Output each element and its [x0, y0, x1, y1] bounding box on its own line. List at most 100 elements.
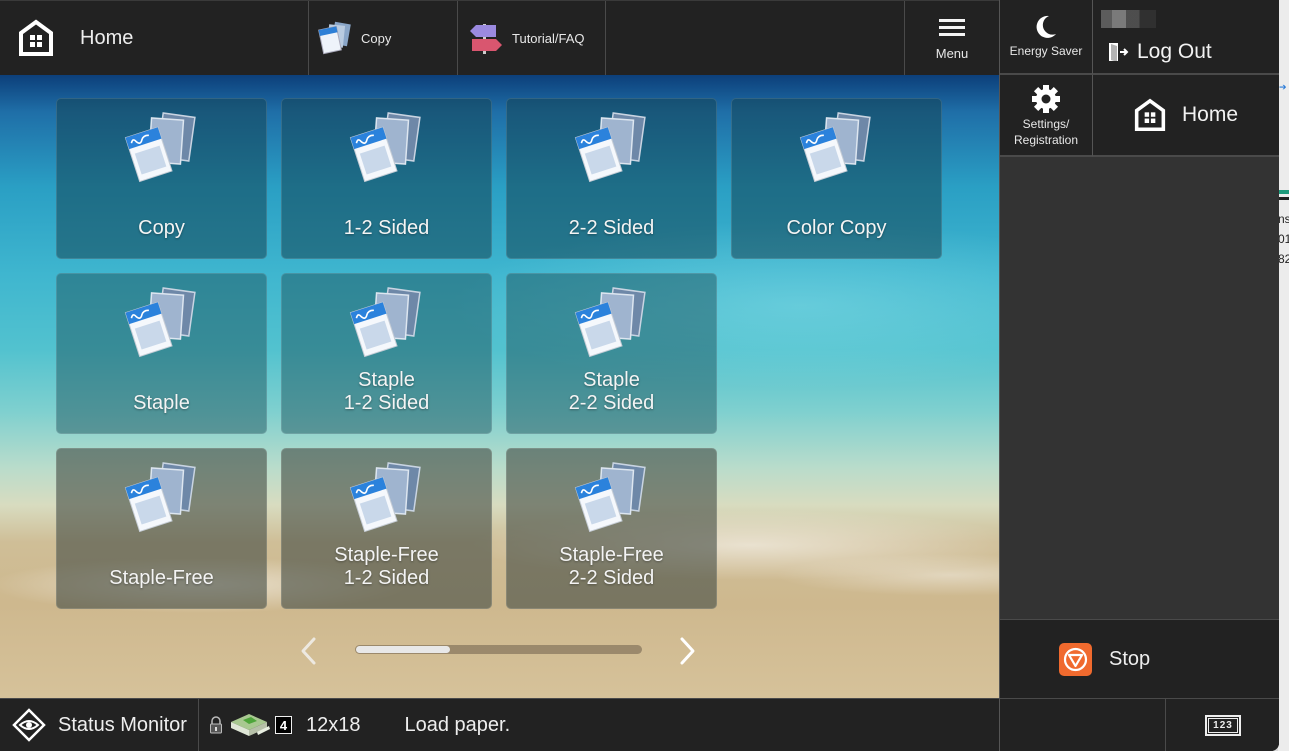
- app-tile-staple-free-1-2-sided[interactable]: Staple-Free 1-2 Sided: [281, 448, 492, 609]
- app-tile-label-line1: Staple: [358, 369, 415, 391]
- app-tile-label-line2: 1-2 Sided: [343, 567, 430, 589]
- copy-document-icon: [124, 112, 196, 183]
- settings-label-line2: Registration: [1013, 133, 1079, 147]
- app-tile-label-line2: 1-2 Sided: [343, 392, 430, 414]
- printer-panel: Home Copy Tutorial/FAQ Menu Copy 1-2 Sid…: [0, 0, 1279, 751]
- stop-button[interactable]: Stop: [1000, 619, 1279, 698]
- app-tile-label: Staple-Free 2-2 Sided: [507, 544, 716, 590]
- numeric-keypad-icon: 123: [1205, 714, 1241, 736]
- shortcut-copy-label: Copy: [361, 30, 392, 46]
- right-panel: Energy Saver Log Out Settings/ Registrat…: [999, 0, 1279, 751]
- app-tile-label: Copy: [57, 217, 266, 240]
- background-window-divider: [1278, 197, 1289, 200]
- topbar-spacer: [605, 1, 904, 75]
- menu-button[interactable]: Menu: [904, 1, 999, 75]
- home-icon: [19, 19, 53, 56]
- app-tile-label: Staple 1-2 Sided: [282, 369, 491, 415]
- background-window-bar: [1278, 190, 1289, 194]
- background-window-text: 82: [1278, 252, 1289, 266]
- app-tile-color-copy[interactable]: Color Copy: [731, 98, 942, 259]
- home-button[interactable]: Home: [0, 1, 308, 75]
- stop-icon: [1059, 642, 1092, 676]
- app-tile-label: Staple 2-2 Sided: [507, 369, 716, 415]
- status-monitor-button[interactable]: Status Monitor: [0, 698, 199, 751]
- copy-document-icon: [574, 112, 646, 183]
- app-tile-label: Staple: [57, 392, 266, 415]
- tray-number-badge: 4: [275, 716, 292, 734]
- app-tile-label-line1: 1-2 Sided: [343, 217, 430, 239]
- paper-size: 12x18: [306, 713, 361, 736]
- app-tile-label-line1: 2-2 Sided: [568, 217, 655, 239]
- app-tile-label-line1: Staple: [133, 392, 190, 414]
- copy-document-icon: [124, 287, 196, 358]
- status-message: Load paper.: [404, 713, 511, 736]
- signpost-icon: [470, 24, 502, 54]
- energy-saver-button[interactable]: Energy Saver: [1000, 0, 1093, 75]
- bottom-blank-area: [1000, 699, 1166, 751]
- app-tile-label: 1-2 Sided: [282, 217, 491, 240]
- home-icon: [1134, 98, 1166, 131]
- app-tile-staple[interactable]: Staple: [56, 273, 267, 434]
- page-scrollbar-thumb[interactable]: [356, 646, 450, 653]
- app-tile-label: Staple-Free 1-2 Sided: [282, 544, 491, 590]
- app-tile-1-2-sided[interactable]: 1-2 Sided: [281, 98, 492, 259]
- moon-icon: [1036, 16, 1056, 39]
- page-scrollbar[interactable]: [355, 645, 642, 654]
- home-label: Home: [80, 26, 134, 49]
- next-page-arrow-icon[interactable]: [676, 636, 698, 666]
- stop-label: Stop: [1109, 647, 1151, 670]
- copy-document-icon: [574, 462, 646, 533]
- hamburger-icon: [939, 15, 965, 40]
- logout-button[interactable]: Log Out: [1093, 0, 1279, 75]
- previous-page-arrow-icon[interactable]: [298, 636, 320, 666]
- background-window-edge: ➔ ns 01 82: [1278, 0, 1289, 751]
- settings-registration-button[interactable]: Settings/ Registration: [1000, 75, 1093, 157]
- app-tile-label-line1: Color Copy: [786, 217, 887, 239]
- settings-label-line1: Settings/: [1022, 116, 1070, 131]
- app-tile-label: 2-2 Sided: [507, 217, 716, 240]
- app-tile-label-line1: Staple-Free: [559, 544, 664, 566]
- numeric-keypad-button[interactable]: 123: [1166, 699, 1279, 751]
- copy-document-icon: [124, 462, 196, 533]
- paper-tray-icon: [231, 714, 270, 736]
- app-tile-label-line2: 2-2 Sided: [568, 392, 655, 414]
- app-tile-label-line1: Staple: [583, 369, 640, 391]
- user-name-redacted: [1101, 10, 1156, 28]
- app-tile-label-line1: Copy: [138, 217, 185, 239]
- status-monitor-label: Status Monitor: [58, 713, 187, 736]
- app-tile-label-line2: 2-2 Sided: [568, 567, 655, 589]
- copy-icon: [318, 21, 351, 55]
- app-tile-staple-free[interactable]: Staple-Free: [56, 448, 267, 609]
- home-button-secondary[interactable]: Home: [1093, 75, 1279, 157]
- app-tile-staple-2-2-sided[interactable]: Staple 2-2 Sided: [506, 273, 717, 434]
- app-tile-label: Color Copy: [732, 217, 941, 240]
- app-tile-label-line1: Staple-Free: [334, 544, 439, 566]
- background-window-text: ns: [1278, 212, 1289, 226]
- logout-label: Log Out: [1137, 39, 1212, 63]
- status-bar: Status Monitor 4 12x18 Load paper.: [0, 698, 999, 751]
- app-tile-2-2-sided[interactable]: 2-2 Sided: [506, 98, 717, 259]
- right-panel-bottom: 123: [1000, 698, 1279, 751]
- app-tile-staple-free-2-2-sided[interactable]: Staple-Free 2-2 Sided: [506, 448, 717, 609]
- energy-saver-label: Energy Saver: [1009, 44, 1083, 59]
- copy-document-icon: [799, 112, 871, 183]
- shortcut-copy[interactable]: Copy: [308, 1, 457, 75]
- menu-label: Menu: [935, 46, 969, 61]
- main-home-screen: Copy 1-2 Sided 2-2 Sided Color Copy Stap…: [0, 75, 999, 698]
- app-tile-copy[interactable]: Copy: [56, 98, 267, 259]
- top-bar: Home Copy Tutorial/FAQ Menu: [0, 0, 999, 75]
- gear-icon: [1032, 84, 1060, 113]
- copy-document-icon: [574, 287, 646, 358]
- page-navigator: [298, 636, 698, 666]
- background-window-text: 01: [1278, 232, 1289, 246]
- copy-document-icon: [349, 287, 421, 358]
- home-label-secondary: Home: [1181, 103, 1239, 126]
- status-monitor-eye-icon: [12, 708, 46, 742]
- app-tile-label: Staple-Free: [57, 567, 266, 590]
- shortcut-tutorial-faq[interactable]: Tutorial/FAQ: [457, 1, 605, 75]
- numeric-keypad-label: 123: [1208, 717, 1238, 733]
- copy-document-icon: [349, 112, 421, 183]
- lock-icon: [210, 716, 222, 734]
- app-tile-grid: Copy 1-2 Sided 2-2 Sided Color Copy Stap…: [56, 98, 942, 609]
- app-tile-staple-1-2-sided[interactable]: Staple 1-2 Sided: [281, 273, 492, 434]
